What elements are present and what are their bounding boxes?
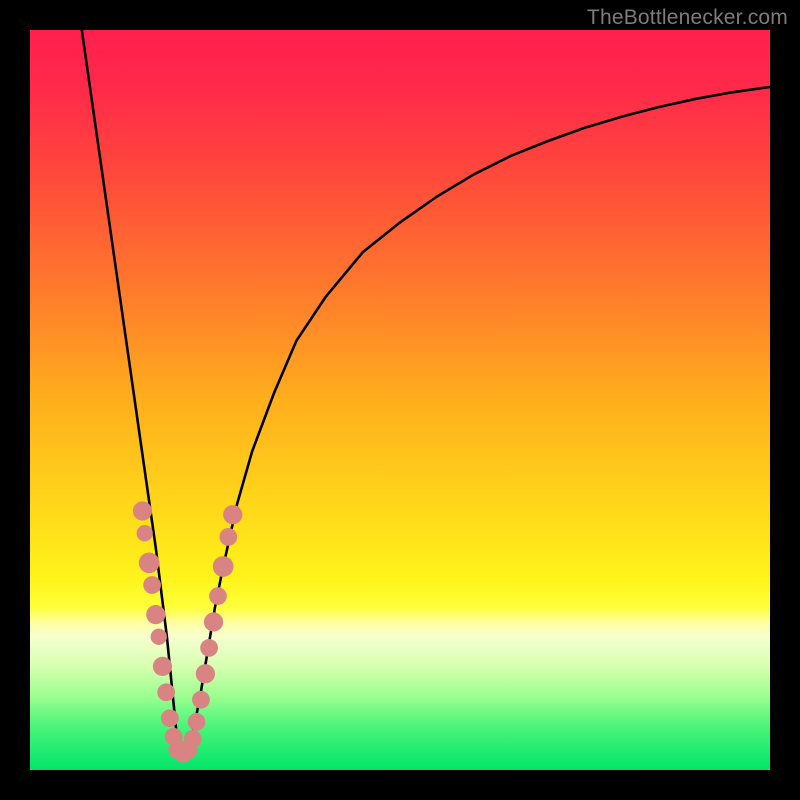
sample-marker <box>192 691 210 709</box>
sample-marker <box>161 709 179 727</box>
sample-marker <box>139 552 160 573</box>
sample-marker <box>209 587 227 605</box>
curve-layer <box>30 30 770 770</box>
sample-marker <box>204 612 223 631</box>
sample-marker <box>133 501 152 520</box>
sample-marker <box>184 730 202 748</box>
bottleneck-curve <box>82 30 770 755</box>
sample-marker <box>219 528 237 546</box>
sample-marker <box>151 629 167 645</box>
sample-marker <box>188 713 206 731</box>
sample-marker <box>213 556 234 577</box>
sample-marker <box>223 505 242 524</box>
sample-marker <box>196 664 215 683</box>
attribution-text: TheBottlenecker.com <box>587 6 788 30</box>
sample-marker <box>137 525 153 541</box>
chart-frame: TheBottlenecker.com <box>0 0 800 800</box>
plot-area <box>30 30 770 770</box>
sample-marker <box>143 576 161 594</box>
sample-markers <box>133 501 243 762</box>
sample-marker <box>157 683 175 701</box>
sample-marker <box>146 605 165 624</box>
sample-marker <box>153 657 172 676</box>
sample-marker <box>200 639 218 657</box>
